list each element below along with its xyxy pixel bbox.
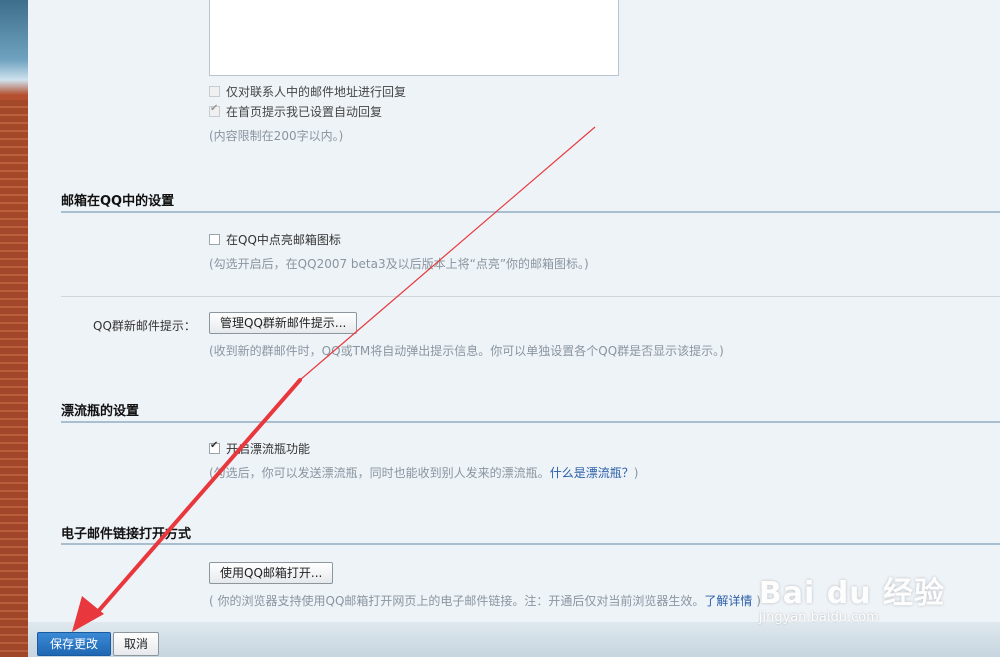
auto-reply-textarea[interactable] bbox=[209, 0, 619, 76]
drift-bottle-hint-end: ) bbox=[633, 466, 639, 480]
row-divider bbox=[61, 296, 1000, 297]
baidu-watermark: Bai du 经验 jingyan.baidu.com bbox=[759, 568, 945, 625]
drift-bottle-checkbox[interactable] bbox=[209, 440, 220, 454]
mail-link-hint: ( 你的浏览器支持使用QQ邮箱打开网页上的电子邮件链接。注：开通后仅对当前浏览器… bbox=[209, 592, 761, 609]
drift-bottle-hint: (勾选后，你可以发送漂流瓶，同时也能收到别人发来的漂流瓶。什么是漂流瓶？) bbox=[209, 464, 638, 481]
light-icon-hint: (勾选开启后，在QQ2007 beta3及以后版本上将“点亮”你的邮箱图标。) bbox=[209, 257, 589, 271]
save-button[interactable]: 保存更改 bbox=[37, 632, 112, 656]
watermark-url: jingyan.baidu.com bbox=[758, 610, 879, 625]
only-contacts-checkbox[interactable] bbox=[209, 86, 220, 97]
group-notice-hint: (收到新的群邮件时，QQ或TM将自动弹出提示信息。你可以单独设置各个QQ群是否显… bbox=[209, 344, 724, 358]
light-icon-checkbox[interactable] bbox=[209, 234, 220, 245]
open-with-qqmail-button[interactable]: 使用QQ邮箱打开... bbox=[209, 562, 334, 584]
drift-bottle-label: 开启漂流瓶功能 bbox=[226, 442, 311, 456]
group-notice-label: QQ群新邮件提示： bbox=[93, 319, 196, 333]
watermark-logo: Bai du 经验 bbox=[758, 576, 945, 611]
light-icon-option[interactable]: 在QQ中点亮邮箱图标 bbox=[209, 231, 341, 248]
show-on-home-label: 在首页提示我已设置自动回复 bbox=[226, 105, 383, 119]
action-bar: 保存更改 取消 bbox=[28, 622, 1000, 657]
light-icon-label: 在QQ中点亮邮箱图标 bbox=[226, 233, 341, 247]
learn-more-link[interactable]: 了解详情 bbox=[704, 594, 752, 608]
cancel-button[interactable]: 取消 bbox=[113, 632, 160, 656]
manage-group-notice-button[interactable]: 管理QQ群新邮件提示... bbox=[209, 312, 358, 334]
drift-bottle-hint-text: (勾选后，你可以发送漂流瓶，同时也能收到别人发来的漂流瓶。 bbox=[209, 466, 550, 480]
section-divider bbox=[61, 211, 1000, 213]
decorative-left-strip bbox=[0, 0, 28, 657]
drift-bottle-option[interactable]: 开启漂流瓶功能 bbox=[209, 440, 310, 457]
show-on-home-option[interactable]: 在首页提示我已设置自动回复 bbox=[209, 103, 382, 120]
section-title-mail-link: 电子邮件链接打开方式 bbox=[61, 527, 192, 542]
limit-hint: (内容限制在200字以内。) bbox=[209, 129, 344, 143]
section-title-qq: 邮箱在QQ中的设置 bbox=[61, 194, 175, 209]
only-contacts-label: 仅对联系人中的邮件地址进行回复 bbox=[226, 85, 407, 99]
show-on-home-checkbox[interactable] bbox=[209, 103, 220, 117]
section-divider bbox=[61, 421, 1000, 423]
section-divider bbox=[61, 543, 1000, 545]
what-is-drift-bottle-link[interactable]: 什么是漂流瓶？ bbox=[550, 466, 634, 480]
settings-panel: 仅对联系人中的邮件地址进行回复 在首页提示我已设置自动回复 (内容限制在200字… bbox=[28, 0, 1000, 657]
section-title-drift-bottle: 漂流瓶的设置 bbox=[61, 404, 140, 419]
mail-link-hint-text: ( 你的浏览器支持使用QQ邮箱打开网页上的电子邮件链接。注：开通后仅对当前浏览器… bbox=[209, 594, 705, 608]
only-contacts-option[interactable]: 仅对联系人中的邮件地址进行回复 bbox=[209, 83, 406, 100]
